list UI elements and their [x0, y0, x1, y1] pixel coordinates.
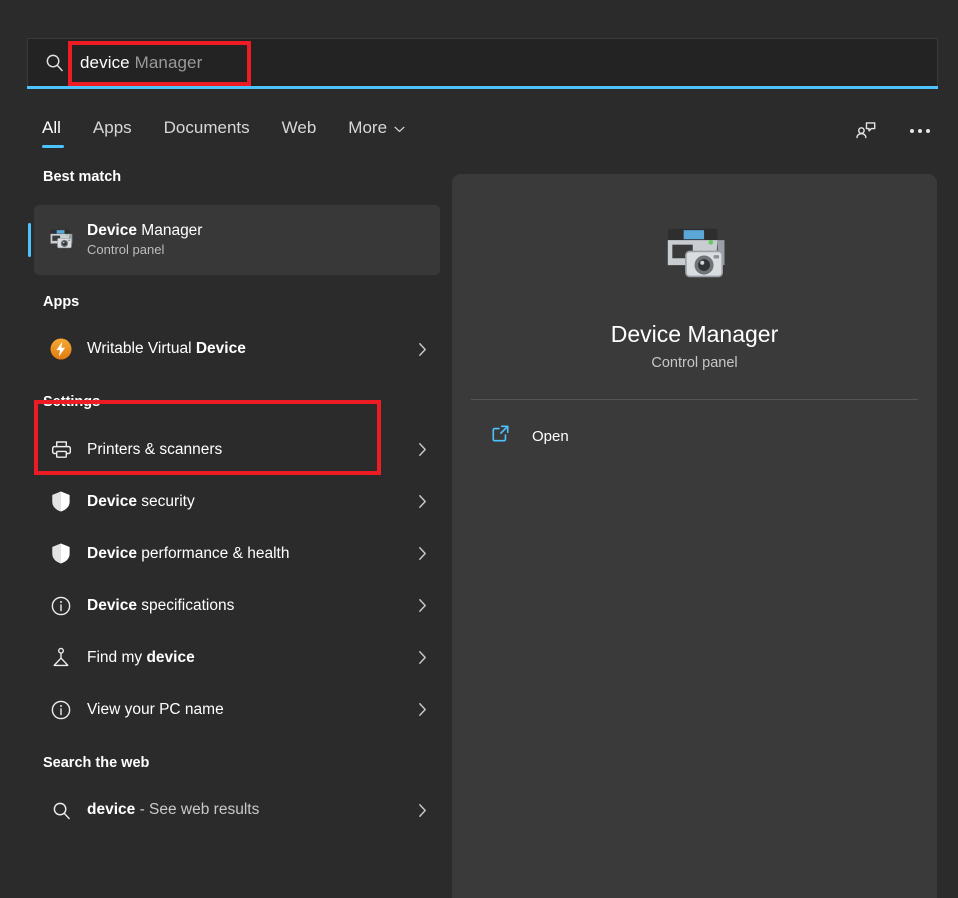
result-item-find-my-device[interactable]: Find my device — [34, 632, 440, 684]
result-title-match: device — [87, 801, 135, 818]
tab-apps[interactable]: Apps — [93, 118, 150, 148]
result-item-device-performance-and-health[interactable]: Device performance & health — [34, 528, 440, 580]
result-title-rest: specifications — [137, 597, 234, 614]
chevron-right-icon[interactable] — [408, 598, 436, 613]
result-item-web-search-device[interactable]: device - See web results — [34, 784, 440, 836]
preview-title: Device Manager — [611, 321, 778, 348]
result-title-rest: performance & health — [137, 545, 290, 562]
result-item-title: View your PC name — [87, 701, 224, 718]
search-suggestion-text: Manager — [130, 53, 203, 72]
result-item-device-manager[interactable]: Device Manager Control panel — [34, 205, 440, 275]
result-title-match: device — [146, 649, 194, 666]
result-item-device-specifications[interactable]: Device specifications — [34, 580, 440, 632]
results-list: Best match Devi — [0, 170, 452, 898]
selection-indicator — [28, 223, 31, 257]
shield-icon — [43, 542, 79, 565]
tab-more-label: More — [348, 118, 387, 138]
tab-apps-label: Apps — [93, 118, 132, 137]
preview-divider — [471, 399, 918, 400]
info-circle-icon — [43, 699, 79, 721]
result-title-rest: - See web results — [135, 801, 259, 818]
result-title-prefix: Find my — [87, 649, 146, 666]
result-item-writable-virtual-device[interactable]: Writable Virtual Device — [34, 323, 440, 375]
chevron-right-icon[interactable] — [408, 494, 436, 509]
open-button-label: Open — [532, 428, 569, 445]
section-heading-apps: Apps — [0, 295, 452, 310]
filter-tabs: All Apps Documents Web More — [42, 118, 437, 148]
search-input[interactable]: device Manager — [27, 38, 938, 86]
open-button[interactable]: Open — [471, 414, 918, 458]
chevron-right-icon[interactable] — [408, 442, 436, 457]
result-item-title: Device security — [87, 493, 195, 510]
more-options-icon[interactable] — [904, 115, 936, 147]
tab-documents[interactable]: Documents — [164, 118, 268, 148]
section-heading-best-match: Best match — [0, 170, 452, 185]
chevron-right-icon[interactable] — [408, 546, 436, 561]
result-item-printers-and-scanners[interactable]: Printers & scanners — [34, 424, 440, 476]
chevron-right-icon[interactable] — [408, 803, 436, 818]
search-typed-text: device — [80, 53, 130, 72]
result-title-match: Device — [87, 545, 137, 562]
tab-more[interactable]: More — [348, 118, 423, 148]
section-heading-search-the-web: Search the web — [0, 756, 452, 771]
result-item-device-security[interactable]: Device security — [34, 476, 440, 528]
find-device-icon — [43, 646, 79, 669]
result-item-title: Device performance & health — [87, 545, 290, 562]
result-title-rest: Manager — [137, 222, 202, 239]
search-icon — [43, 801, 79, 820]
result-item-title: device - See web results — [87, 801, 259, 818]
tab-web[interactable]: Web — [282, 118, 335, 148]
chevron-right-icon[interactable] — [408, 702, 436, 717]
result-item-title: Printers & scanners — [87, 441, 222, 458]
chevron-right-icon[interactable] — [408, 650, 436, 665]
search-focus-underline — [27, 86, 938, 89]
feedback-icon[interactable] — [850, 115, 882, 147]
info-circle-icon — [43, 595, 79, 617]
preview-subtitle: Control panel — [651, 355, 737, 371]
chevron-right-icon[interactable] — [408, 342, 436, 357]
open-external-icon — [491, 424, 510, 448]
result-item-title: Device specifications — [87, 597, 234, 614]
tab-documents-label: Documents — [164, 118, 250, 137]
tab-all[interactable]: All — [42, 118, 79, 148]
result-item-subtitle: Control panel — [87, 242, 440, 257]
result-title-rest: security — [137, 493, 195, 510]
search-icon — [28, 53, 80, 72]
top-right-actions — [850, 115, 936, 147]
lightning-bolt-icon — [43, 337, 79, 361]
result-item-title: Find my device — [87, 649, 195, 666]
tab-web-label: Web — [282, 118, 317, 137]
result-item-title: Device Manager — [87, 222, 202, 239]
section-heading-settings: Settings — [0, 395, 452, 410]
device-manager-icon — [656, 222, 734, 295]
chevron-down-icon — [394, 118, 405, 138]
shield-icon — [43, 490, 79, 513]
printer-icon — [43, 438, 79, 461]
result-item-view-your-pc-name[interactable]: View your PC name — [34, 684, 440, 736]
windows-search-flyout: device Manager All Apps Documents Web Mo… — [0, 0, 958, 898]
preview-panel: Device Manager Control panel Open — [452, 174, 937, 898]
result-title-rest: Printers & scanners — [87, 441, 222, 458]
tab-all-label: All — [42, 118, 61, 137]
device-manager-icon — [43, 227, 79, 253]
result-title-match: Device — [87, 493, 137, 510]
result-title-match: Device — [87, 597, 137, 614]
result-title-prefix: Writable Virtual — [87, 340, 196, 357]
result-title-rest: View your PC name — [87, 701, 224, 718]
result-item-title: Writable Virtual Device — [87, 340, 246, 357]
result-title-match: Device — [87, 222, 137, 239]
result-title-match: Device — [196, 340, 246, 357]
